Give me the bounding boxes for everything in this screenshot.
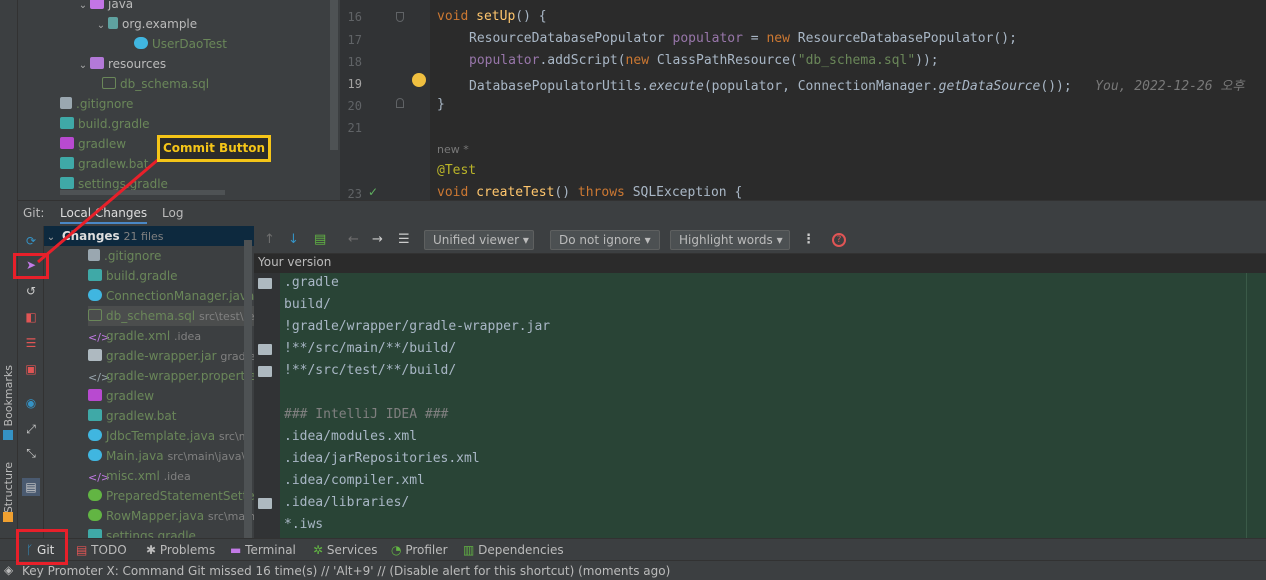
- commit-button-callout: Commit Button: [157, 135, 271, 162]
- callout-arrow: [37, 156, 161, 264]
